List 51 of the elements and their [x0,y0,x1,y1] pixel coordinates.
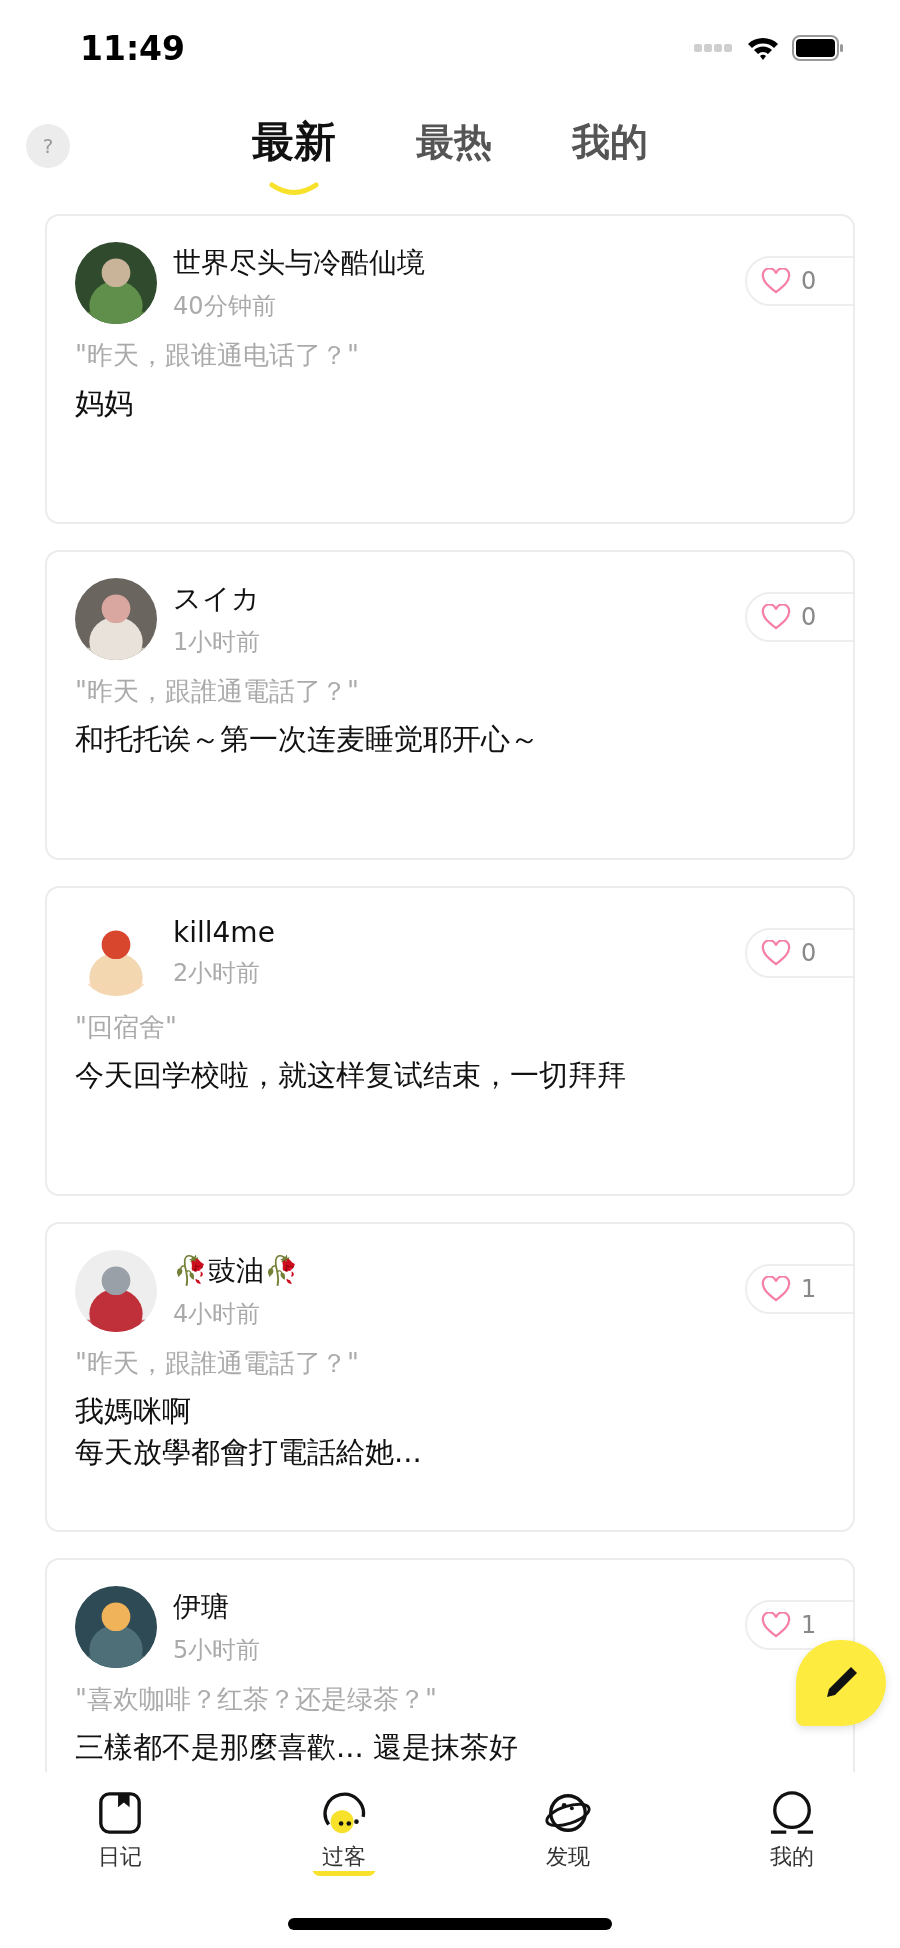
question-text: "昨天，跟誰通電話了？" [75,1347,360,1380]
post-time: 40分钟前 [173,291,277,322]
heart-icon [761,940,791,966]
battery-icon [792,35,844,61]
heart-icon [761,268,791,294]
like-button[interactable]: 0 [745,256,853,306]
chat-face-icon [321,1790,367,1836]
post-text: 妈妈 [75,385,134,422]
question-text: "昨天，跟谁通电话了？" [75,339,360,372]
post-card[interactable]: 🥀豉油🥀 4小时前 1 "昨天，跟誰通電話了？" 我媽咪啊 每天放學都會打電話給她... [45,1222,855,1532]
tab-indicator-icon [269,182,319,196]
post-card[interactable]: kill4me 2小时前 0 "回宿舍" 今天回学校啦，就这样复试结束，一切拜拜 [45,886,855,1196]
user-name: スイカ [173,581,261,617]
feed-tab[interactable]: 我的 [572,114,648,178]
status-time: 11:49 [80,28,186,68]
post-card[interactable]: スイカ 1小时前 0 "昨天，跟誰通電話了？" 和托托诶～第一次连麦睡觉耶开心～ [45,550,855,860]
post-time: 5小时前 [173,1635,261,1666]
post-time: 1小时前 [173,627,261,658]
post-card[interactable]: 世界尽头与冷酷仙境 40分钟前 0 "昨天，跟谁通电话了？" 妈妈 [45,214,855,524]
nav-item[interactable]: 日记 [70,1790,170,1885]
user-name: kill4me [173,916,275,949]
post-text: 每天放學都會打電話給她... [75,1433,423,1471]
question-text: "昨天，跟誰通電話了？" [75,675,360,708]
post-text: 今天回学校啦，就这样复试结束，一切拜拜 [75,1057,627,1094]
heart-icon [761,604,791,630]
user-name: 伊瑭 [173,1589,230,1625]
feed-tab[interactable]: 最热 [416,114,492,178]
post-text: 三樣都不是那麼喜歡... 還是抹茶好 [75,1729,519,1766]
question-text: "回宿舍" [75,1011,178,1044]
profile-icon [769,1790,815,1836]
write-button[interactable] [796,1640,886,1726]
heart-icon [761,1612,791,1638]
heart-icon [761,1276,791,1302]
post-time: 4小时前 [173,1299,262,1330]
question-text: "喜欢咖啡？红茶？还是绿茶？" [75,1683,438,1716]
user-name: 🥀豉油🥀 [173,1253,299,1289]
like-button[interactable]: 1 [745,1264,853,1314]
wifi-icon [746,35,780,61]
post-text: 我媽咪啊 [75,1393,192,1430]
like-button[interactable]: 0 [745,928,853,978]
signal-icon [694,43,734,53]
nav-item[interactable]: 过客 [294,1790,394,1885]
like-button[interactable]: 1 [745,1600,853,1650]
notebook-icon [97,1790,143,1836]
post-time: 2小时前 [173,958,262,989]
user-name: 世界尽头与冷酷仙境 [173,245,425,281]
like-button[interactable]: 0 [745,592,853,642]
post-text: 和托托诶～第一次连麦睡觉耶开心～ [75,721,540,758]
feed-tab[interactable]: 最新 [252,114,336,178]
nav-item[interactable]: 发现 [518,1790,618,1885]
nav-item[interactable]: 我的 [742,1790,842,1885]
